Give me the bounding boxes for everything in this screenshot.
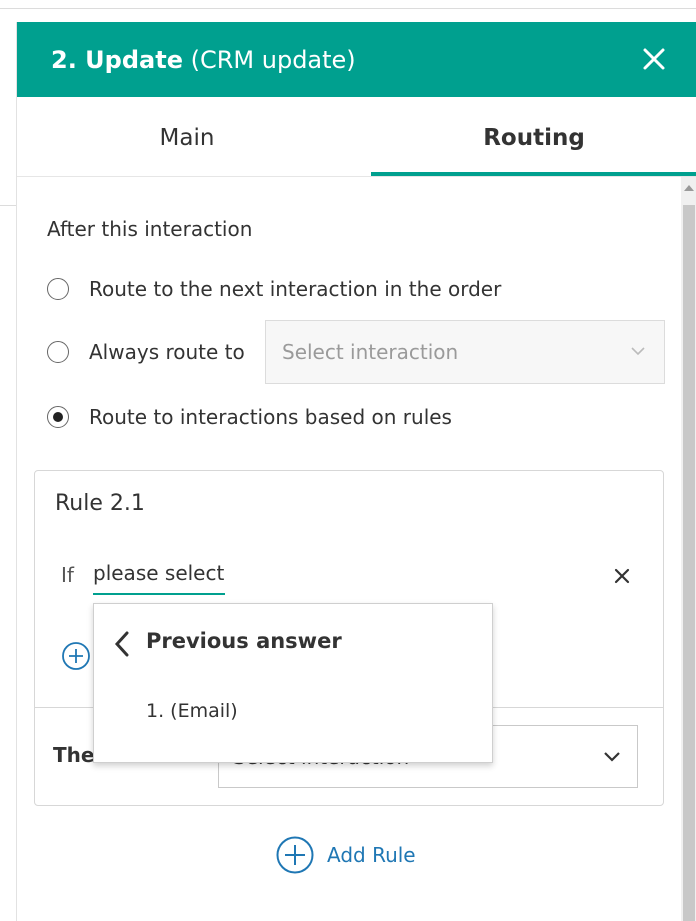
close-icon (643, 48, 665, 70)
background-divider (0, 205, 16, 206)
interaction-panel: 2. Update (CRM update) Main Routing Afte… (16, 22, 696, 921)
remove-rule-button[interactable] (611, 565, 633, 587)
panel-title-type: (CRM update) (190, 46, 356, 74)
back-button[interactable] (112, 630, 132, 662)
add-rule-button[interactable]: Add Rule (275, 835, 416, 875)
dropdown-header: Previous answer (146, 629, 342, 653)
plus-circle-icon (62, 642, 90, 670)
plus-circle-icon (276, 836, 314, 874)
route-next-label: Route to the next interaction in the ord… (89, 277, 502, 301)
close-icon (614, 568, 630, 584)
panel-title: 2. Update (CRM update) (51, 46, 356, 74)
radio-route-next[interactable] (47, 278, 69, 300)
tab-routing[interactable]: Routing (371, 97, 696, 177)
radio-route-always[interactable] (47, 341, 69, 363)
close-button[interactable] (639, 44, 669, 74)
always-route-select: Select interaction (265, 320, 665, 384)
always-route-placeholder: Select interaction (282, 340, 459, 364)
scroll-up-arrow-icon[interactable] (684, 185, 694, 191)
chevron-down-icon (604, 752, 620, 762)
if-label: If (61, 563, 74, 587)
scrollbar[interactable] (681, 177, 696, 921)
add-rule-label: Add Rule (327, 843, 416, 867)
chevron-down-icon (631, 347, 645, 356)
scrollbar-thumb[interactable] (683, 205, 695, 921)
route-next-option[interactable]: Route to the next interaction in the ord… (47, 274, 501, 304)
condition-dropdown-menu: Previous answer 1. (Email) (93, 603, 493, 763)
background-divider (0, 8, 696, 9)
chevron-left-icon (114, 631, 129, 657)
route-always-option[interactable]: Always route to (47, 337, 245, 367)
radio-route-rules[interactable] (47, 406, 69, 428)
add-condition-button[interactable] (61, 641, 91, 675)
tab-main[interactable]: Main (17, 97, 357, 177)
routing-content: After this interaction Route to the next… (17, 177, 681, 921)
panel-title-name: 2. Update (51, 46, 183, 74)
tab-bar: Main Routing (17, 97, 696, 177)
panel-header: 2. Update (CRM update) (17, 22, 696, 97)
route-rules-option[interactable]: Route to interactions based on rules (47, 402, 452, 432)
rule-title: Rule 2.1 (55, 491, 145, 516)
active-tab-indicator (371, 172, 696, 176)
dropdown-item[interactable]: 1. (Email) (146, 700, 238, 722)
route-rules-label: Route to interactions based on rules (89, 405, 452, 429)
route-always-label: Always route to (89, 340, 245, 364)
condition-select[interactable]: please select (93, 561, 225, 595)
section-label: After this interaction (47, 217, 253, 241)
